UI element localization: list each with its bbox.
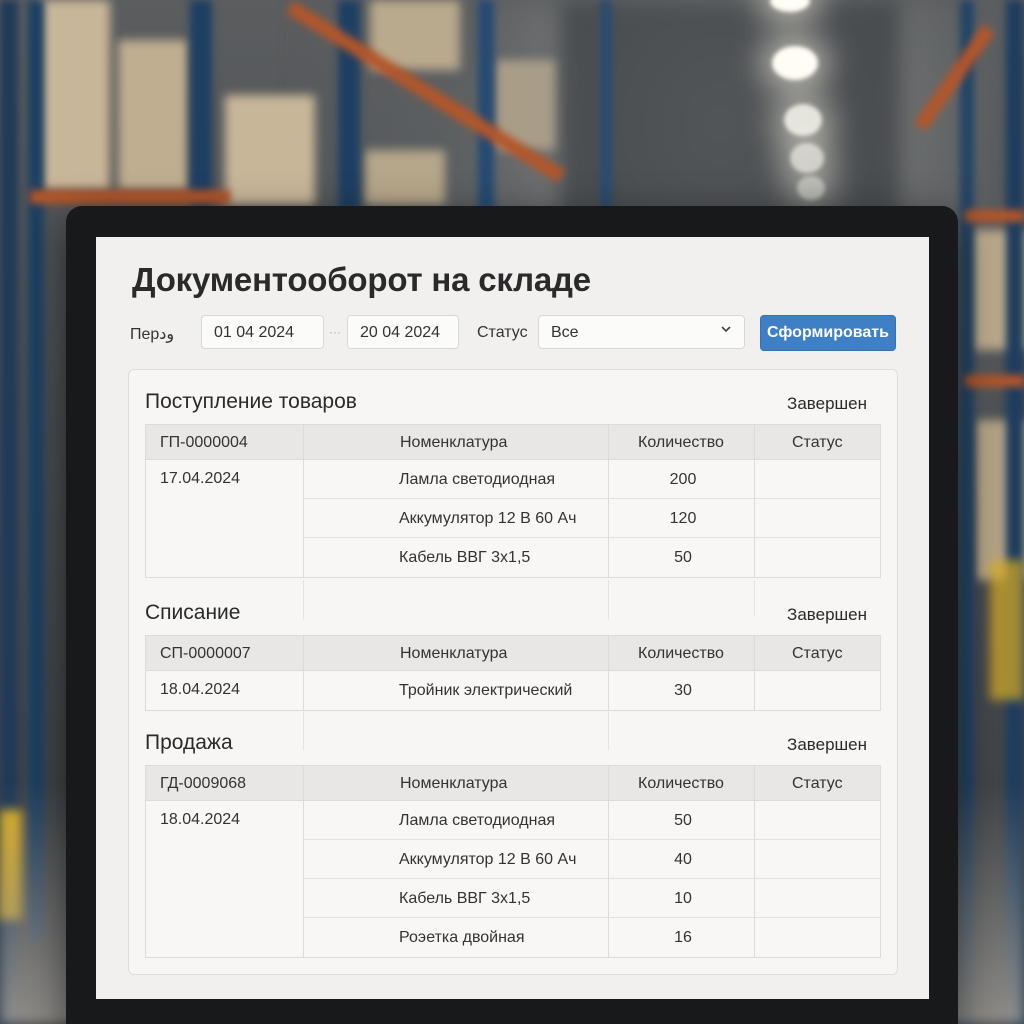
- item-name: Тройник электрический: [399, 682, 573, 699]
- table-row[interactable]: Ламла светодиодная 200: [303, 460, 880, 499]
- status-select-value: Все: [551, 324, 579, 341]
- section-title: Продажа: [145, 731, 233, 754]
- document-table: ГД-0009068 Номенклатура Количество Стату…: [145, 765, 881, 958]
- section-title: Списание: [145, 601, 241, 624]
- section-title: Поступление товаров: [145, 390, 357, 413]
- date-to-field[interactable]: 20 04 2024: [347, 315, 459, 349]
- column-header-qty: Количество: [638, 775, 724, 792]
- item-qty: 10: [674, 890, 692, 907]
- column-header-status: Статус: [792, 775, 843, 792]
- item-qty: 40: [674, 851, 692, 868]
- item-name: Кабель ВВГ 3х1,5: [399, 549, 531, 566]
- column-header-qty: Количество: [638, 434, 724, 451]
- item-qty: 50: [674, 549, 692, 566]
- item-name: Ламла светодиодная: [399, 471, 556, 488]
- table-row[interactable]: Кабель ВВГ 3х1,5 10: [303, 879, 880, 918]
- table-row[interactable]: Аккумулятор 12 В 60 Ач 40: [303, 840, 880, 879]
- period-label: Перود: [130, 326, 175, 343]
- page-title: Документооборот на складе: [132, 261, 591, 298]
- document-number[interactable]: ГД-0009068: [160, 766, 246, 800]
- item-qty: 30: [674, 682, 692, 699]
- item-name: Кабель ВВГ 3х1,5: [399, 890, 531, 907]
- date-range-separator: ···: [329, 325, 341, 339]
- document-date: 18.04.2024: [160, 811, 241, 828]
- column-header-name: Номенклатура: [400, 645, 508, 662]
- documents-panel: Поступление товаров Завершен ГП-0000004 …: [128, 369, 898, 975]
- column-header-status: Статус: [792, 434, 843, 451]
- app-window: Документооборот на складе Перود 01 04 20…: [96, 237, 929, 999]
- table-header: ГП-0000004 Номенклатура Количество Стату…: [146, 425, 880, 460]
- item-name: Ламла светодиодная: [399, 812, 556, 829]
- table-row[interactable]: Аккумулятор 12 В 60 Ач 120: [303, 499, 880, 538]
- status-label: Статус: [477, 324, 528, 341]
- table-row[interactable]: Ламла светодиодная 50: [303, 801, 880, 840]
- section-status: Завершен: [787, 394, 867, 413]
- filter-bar: Перود 01 04 2024 ··· 20 04 2024 Статус В…: [96, 315, 929, 351]
- item-qty: 200: [669, 471, 697, 488]
- column-header-name: Номенклатура: [400, 434, 508, 451]
- document-number[interactable]: ГП-0000004: [160, 425, 248, 459]
- item-qty: 16: [674, 929, 692, 946]
- document-date: 17.04.2024: [160, 470, 241, 487]
- item-qty: 50: [674, 812, 692, 829]
- status-select[interactable]: Все: [538, 315, 745, 349]
- document-table: ГП-0000004 Номенклатура Количество Стату…: [145, 424, 881, 578]
- table-row[interactable]: Тройник электрический 30: [303, 671, 880, 710]
- item-qty: 120: [669, 510, 697, 527]
- generate-report-button[interactable]: Сформировать: [760, 315, 896, 351]
- section-status: Завершен: [787, 605, 867, 624]
- table-row[interactable]: Роэетка двойная 16: [303, 918, 880, 957]
- table-header: СП-0000007 Номенклатура Количество Стату…: [146, 636, 880, 671]
- section-status: Завершен: [787, 735, 867, 754]
- table-row[interactable]: Кабель ВВГ 3х1,5 50: [303, 538, 880, 577]
- column-header-status: Статус: [792, 645, 843, 662]
- document-table: СП-0000007 Номенклатура Количество Стату…: [145, 635, 881, 711]
- document-number[interactable]: СП-0000007: [160, 636, 251, 670]
- column-header-name: Номенклатура: [400, 775, 508, 792]
- item-name: Аккумулятор 12 В 60 Ач: [399, 851, 577, 868]
- column-header-qty: Количество: [638, 645, 724, 662]
- chevron-down-icon: [721, 326, 731, 333]
- document-date: 18.04.2024: [160, 681, 241, 698]
- table-header: ГД-0009068 Номенклатура Количество Стату…: [146, 766, 880, 801]
- item-name: Роэетка двойная: [399, 929, 525, 946]
- item-name: Аккумулятор 12 В 60 Ач: [399, 510, 577, 527]
- date-from-field[interactable]: 01 04 2024: [201, 315, 324, 349]
